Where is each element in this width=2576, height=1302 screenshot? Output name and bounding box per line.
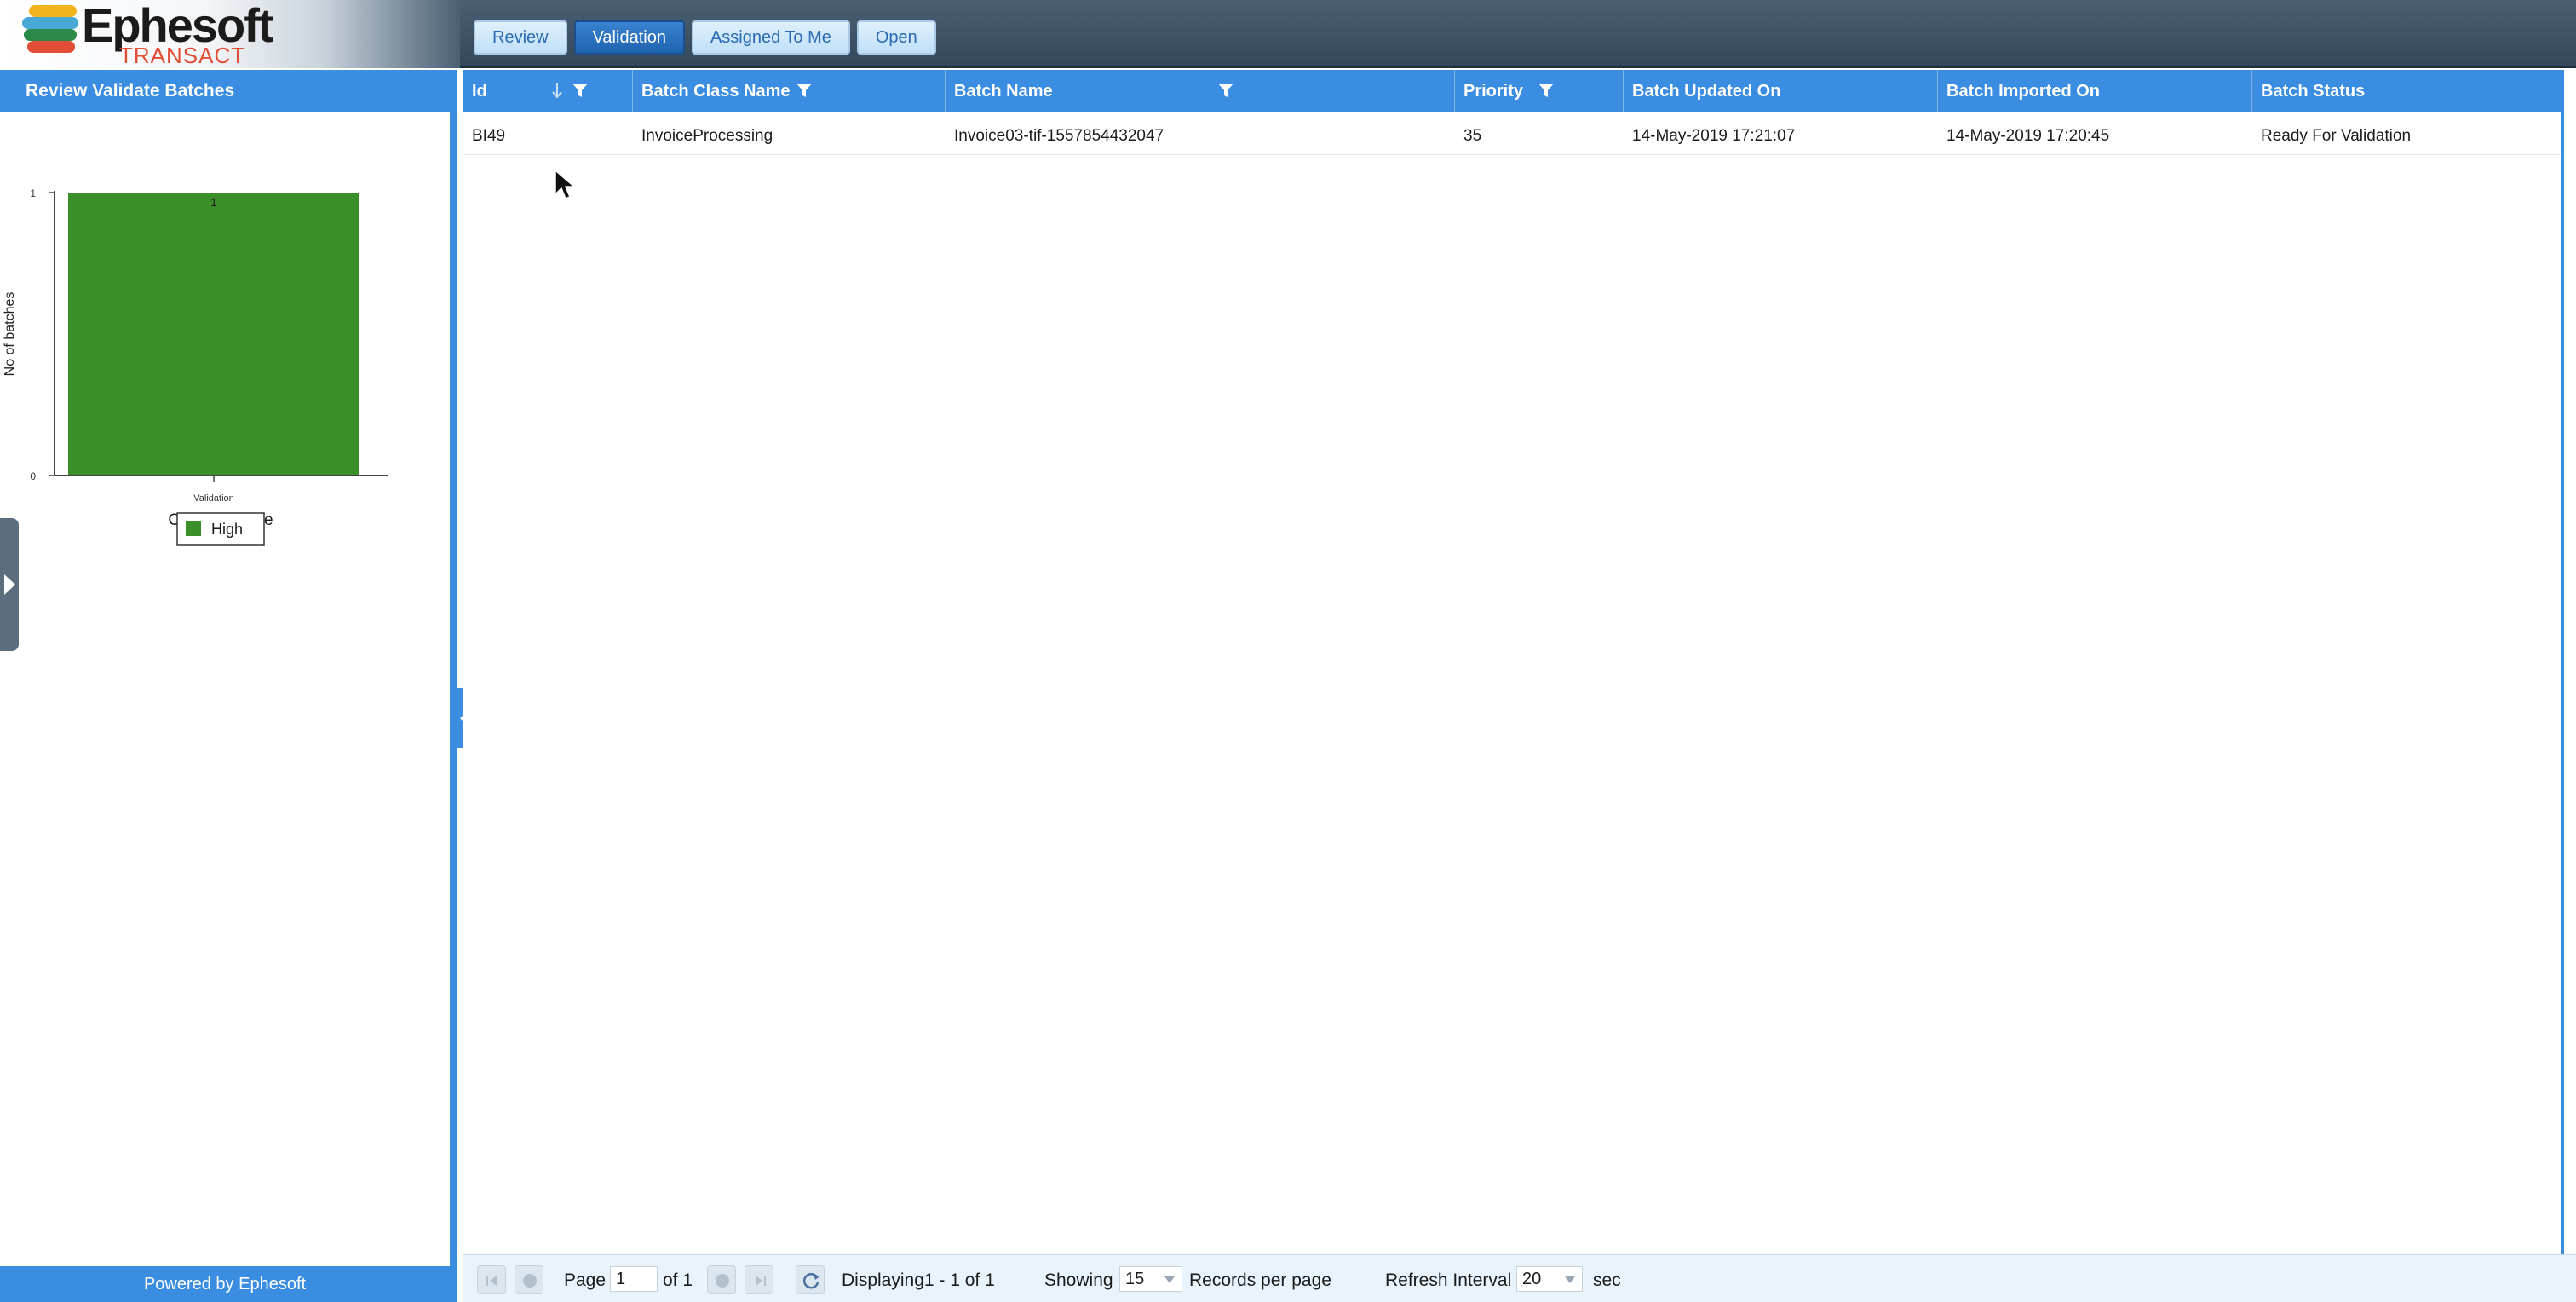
column-label: Batch Class Name bbox=[641, 82, 791, 101]
tab-assigned-to-me[interactable]: Assigned To Me bbox=[691, 20, 850, 55]
expand-left-handle[interactable] bbox=[0, 518, 19, 651]
sec-label: sec bbox=[1593, 1270, 1621, 1290]
filter-icon[interactable] bbox=[795, 81, 814, 100]
table-row[interactable]: BI49 InvoiceProcessing Invoice03-tif-155… bbox=[463, 112, 2561, 155]
top-tabs: Review Validation Assigned To Me Open bbox=[474, 20, 936, 55]
logo: Ephesoft TRANSACT bbox=[0, 0, 460, 68]
records-per-page-label: Records per page bbox=[1189, 1270, 1331, 1290]
column-header-batch-imported-on[interactable]: Batch Imported On bbox=[1938, 70, 2252, 112]
grid-right-border bbox=[2561, 70, 2564, 1254]
column-label: Priority bbox=[1463, 82, 1524, 101]
column-label: Batch Status bbox=[2261, 82, 2366, 101]
y-axis-label: No of batches bbox=[3, 292, 17, 377]
legend-swatch bbox=[186, 521, 201, 536]
page-label: Page bbox=[564, 1270, 607, 1290]
first-page-icon bbox=[486, 1276, 497, 1286]
prev-page-icon bbox=[523, 1274, 537, 1288]
refresh-button[interactable] bbox=[796, 1265, 825, 1294]
legend-label: High bbox=[211, 521, 243, 538]
powered-by: Powered by Ephesoft bbox=[0, 1266, 450, 1302]
batch-bar-chart: 01No of batches1ValidationCategory TypeH… bbox=[3, 187, 388, 546]
chevron-right-icon bbox=[4, 574, 15, 595]
page-number-input[interactable]: 1 bbox=[610, 1266, 658, 1292]
cell-batch-name: Invoice03-tif-1557854432047 bbox=[954, 127, 1164, 145]
pager-toolbar: Page 1 of 1 Displaying1 - 1 of 1 Showing… bbox=[463, 1254, 2576, 1302]
batch-chart: 01No of batches1ValidationCategory TypeH… bbox=[0, 112, 450, 590]
last-page-button[interactable] bbox=[745, 1265, 773, 1294]
ephesoft-logo-icon bbox=[22, 5, 80, 55]
next-page-button[interactable] bbox=[707, 1265, 736, 1294]
page-count: of 1 bbox=[663, 1270, 693, 1290]
page-size-select[interactable]: 15 bbox=[1119, 1266, 1182, 1292]
y-tick-label: 1 bbox=[30, 187, 36, 199]
column-header-priority[interactable]: Priority bbox=[1455, 70, 1624, 112]
cell-updated-on: 14-May-2019 17:21:07 bbox=[1632, 127, 1796, 145]
cell-status: Ready For Validation bbox=[2261, 127, 2412, 145]
filter-icon[interactable] bbox=[1216, 81, 1235, 100]
prev-page-button[interactable] bbox=[515, 1265, 543, 1294]
tab-validation[interactable]: Validation bbox=[573, 20, 685, 55]
first-page-button[interactable] bbox=[477, 1265, 506, 1294]
left-panel: Review Validate Batches 0 1 No of batches 1… bbox=[0, 70, 457, 1302]
next-page-icon bbox=[716, 1274, 729, 1288]
column-label: Batch Updated On bbox=[1632, 82, 1781, 101]
column-header-batch-status[interactable]: Batch Status bbox=[2252, 70, 2561, 112]
showing-label: Showing bbox=[1044, 1270, 1113, 1290]
cell-batch-class: InvoiceProcessing bbox=[641, 127, 773, 145]
bar bbox=[68, 193, 359, 475]
brand-sub: TRANSACT bbox=[119, 43, 246, 68]
refresh-interval-value: 20 bbox=[1522, 1270, 1542, 1288]
mouse-cursor-icon bbox=[555, 169, 577, 199]
y-tick-label: 0 bbox=[30, 470, 36, 482]
batch-grid: Id Batch Class Name Batch Name Priority bbox=[463, 70, 2569, 1254]
column-header-batch-updated-on[interactable]: Batch Updated On bbox=[1624, 70, 1938, 112]
displaying-text: Displaying1 - 1 of 1 bbox=[842, 1270, 995, 1290]
page-size-value: 15 bbox=[1125, 1270, 1145, 1288]
bar-data-label: 1 bbox=[210, 195, 217, 209]
last-page-icon bbox=[756, 1276, 766, 1286]
cell-priority: 35 bbox=[1463, 127, 1482, 145]
column-header-id[interactable]: Id bbox=[463, 70, 633, 112]
column-label: Batch Imported On bbox=[1946, 82, 2101, 101]
column-header-batch-class-name[interactable]: Batch Class Name bbox=[633, 70, 946, 112]
cell-imported-on: 14-May-2019 17:20:45 bbox=[1946, 127, 2110, 145]
filter-icon[interactable] bbox=[571, 81, 589, 100]
refresh-interval-label: Refresh Interval bbox=[1385, 1270, 1512, 1290]
panel-title: Review Validate Batches bbox=[0, 70, 450, 112]
grid-header: Id Batch Class Name Batch Name Priority bbox=[463, 70, 2561, 112]
refresh-interval-select[interactable]: 20 bbox=[1516, 1266, 1583, 1292]
column-label: Id bbox=[472, 82, 487, 101]
x-tick-label: Validation bbox=[193, 493, 234, 504]
refresh-icon bbox=[802, 1273, 819, 1289]
column-label: Batch Name bbox=[954, 82, 1053, 101]
app-header: Ephesoft TRANSACT Review Validation Assi… bbox=[0, 0, 2576, 68]
tab-open[interactable]: Open bbox=[856, 20, 936, 55]
filter-icon[interactable] bbox=[1537, 81, 1555, 100]
column-header-batch-name[interactable]: Batch Name bbox=[946, 70, 1455, 112]
sort-down-icon[interactable] bbox=[550, 80, 564, 101]
chevron-down-icon bbox=[1164, 1276, 1175, 1283]
chevron-down-icon bbox=[1565, 1276, 1575, 1283]
cell-id: BI49 bbox=[472, 127, 506, 145]
tab-review[interactable]: Review bbox=[474, 20, 567, 55]
